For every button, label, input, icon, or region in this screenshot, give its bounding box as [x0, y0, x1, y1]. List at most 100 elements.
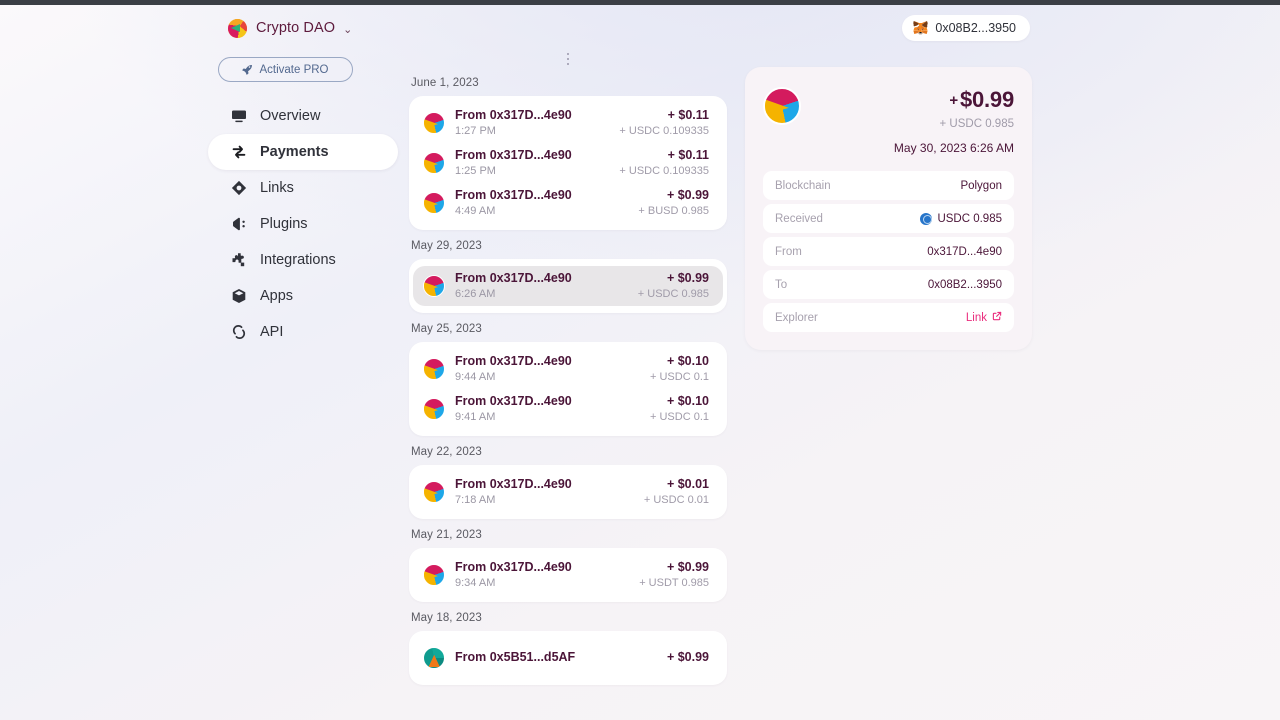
payment-row-amounts: + $0.10 + USDC 0.1: [650, 354, 709, 384]
detail-row-value-text: Polygon: [960, 179, 1002, 192]
usdc-coin-icon: [920, 212, 933, 225]
payment-card: From 0x317D...4e90 9:44 AM + $0.10 + USDC 0…: [409, 342, 727, 436]
wallet-address-button[interactable]: 0x08B2...3950: [902, 15, 1030, 41]
api-icon: [230, 324, 247, 341]
monitor-icon: [230, 108, 247, 125]
detail-token-amount: + USDC 0.985: [939, 118, 1014, 130]
rocket-icon: [242, 64, 253, 75]
payment-avatar-icon: [423, 398, 445, 420]
detail-header: +$0.99 + USDC 0.985: [763, 87, 1014, 132]
payment-card: From 0x317D...4e90 6:26 AM + $0.99 + USDC 0…: [409, 259, 727, 313]
brand-switcher[interactable]: Crypto DAO ⌄: [208, 13, 398, 43]
payment-row-amounts: + $0.01 + USDC 0.01: [644, 477, 709, 507]
payment-detail-panel: +$0.99 + USDC 0.985 May 30, 2023 6:26 AM…: [745, 67, 1032, 350]
sidebar-item-links[interactable]: Links: [208, 170, 398, 206]
payment-row-main: From 0x317D...4e90 9:44 AM: [455, 354, 650, 384]
payment-row[interactable]: From 0x317D...4e90 9:41 AM + $0.10 + USDC 0…: [413, 389, 723, 429]
payment-row[interactable]: From 0x317D...4e90 4:49 AM + $0.99 + BUSD 0…: [413, 183, 723, 223]
detail-row-value-text: 0x317D...4e90: [927, 245, 1002, 258]
payment-row[interactable]: From 0x317D...4e90 9:34 AM + $0.99 + USDT 0…: [413, 555, 723, 595]
payment-avatar-icon: [423, 564, 445, 586]
payment-row-amounts: + $0.11 + USDC 0.109335: [619, 108, 709, 138]
detail-row-link[interactable]: Link: [966, 311, 1002, 324]
payment-row[interactable]: From 0x317D...4e90 9:44 AM + $0.10 + USDC 0…: [413, 349, 723, 389]
sidebar-item-overview[interactable]: Overview: [208, 98, 398, 134]
detail-rows: Blockchain Polygon Received USDC 0.985 From 0…: [763, 171, 1014, 332]
payment-row-amounts: + $0.99: [667, 650, 709, 666]
payment-time: 9:44 AM: [455, 371, 496, 383]
detail-amount-value: $0.99: [959, 87, 1014, 112]
detail-row: Received USDC 0.985: [763, 204, 1014, 233]
payment-row-main: From 0x317D...4e90 9:41 AM: [455, 394, 650, 424]
payment-row-main: From 0x317D...4e90 1:27 PM: [455, 108, 619, 138]
payment-avatar-icon: [423, 358, 445, 380]
payment-amount: + $0.99: [666, 560, 709, 574]
sidebar-item-integrations[interactable]: Integrations: [208, 242, 398, 278]
payment-row-main: From 0x317D...4e90 1:25 PM: [455, 148, 619, 178]
payment-group-date: May 25, 2023: [411, 323, 482, 335]
payment-from-label: From 0x317D...4e90: [455, 108, 572, 122]
payment-row[interactable]: From 0x5B51...d5AF + $0.99: [413, 638, 723, 678]
activate-pro-label: Activate PRO: [259, 63, 329, 76]
payment-from-label: From 0x317D...4e90: [455, 394, 572, 408]
detail-row-key: From: [775, 245, 802, 258]
payment-row-amounts: + $0.10 + USDC 0.1: [650, 394, 709, 424]
detail-datetime: May 30, 2023 6:26 AM: [893, 141, 1014, 155]
payment-token-amount: + USDC 0.109335: [619, 125, 709, 137]
payment-amount: + $0.99: [666, 188, 709, 202]
diamond-link-icon: [230, 180, 247, 197]
activate-pro-button[interactable]: Activate PRO: [218, 57, 353, 82]
payment-row-amounts: + $0.99 + BUSD 0.985: [638, 188, 709, 218]
sidebar-item-label: Apps: [260, 288, 294, 304]
more-vertical-icon: [566, 52, 570, 66]
plug-icon: [230, 216, 247, 233]
chevron-down-icon: ⌄: [343, 23, 353, 36]
payment-row[interactable]: From 0x317D...4e90 1:25 PM + $0.11 + USDC 0…: [413, 143, 723, 183]
crypto-dao-logo-icon: [228, 18, 247, 38]
wallet-address-label: 0x08B2...3950: [935, 21, 1016, 35]
feed-more-button[interactable]: [409, 45, 727, 73]
detail-row-value: 0x08B2...3950: [928, 279, 1002, 291]
detail-row: From 0x317D...4e90: [763, 237, 1014, 266]
payment-group: May 21, 2023 From 0x317D...4e90 9:34 AM + $…: [409, 529, 727, 602]
payment-group: May 22, 2023 From 0x317D...4e90 7:18 AM + $…: [409, 446, 727, 519]
payment-group: May 29, 2023 From 0x317D...4e90 6:26 AM + $…: [409, 240, 727, 313]
payment-token-amount: + USDC 0.1: [650, 411, 709, 423]
sidebar-item-label: Integrations: [260, 252, 336, 268]
payment-card: From 0x317D...4e90 9:34 AM + $0.99 + USDT 0…: [409, 548, 727, 602]
payment-row[interactable]: From 0x317D...4e90 1:27 PM + $0.11 + USDC 0…: [413, 103, 723, 143]
payment-row-main: From 0x317D...4e90 4:49 AM: [455, 188, 638, 218]
payment-row-main: From 0x317D...4e90 6:26 AM: [455, 271, 638, 301]
payment-token-amount: + USDC 0.01: [643, 494, 709, 506]
payment-from-label: From 0x317D...4e90: [455, 148, 572, 162]
transfer-icon: [230, 144, 247, 161]
payment-amount: + $0.99: [666, 271, 709, 285]
payment-amount: + $0.10: [666, 354, 709, 368]
sidebar-item-api[interactable]: API: [208, 314, 398, 350]
external-link-icon: [992, 311, 1002, 324]
payment-amount: + $0.10: [666, 394, 709, 408]
payments-feed: June 1, 2023 From 0x317D...4e90 1:27 PM + $…: [409, 45, 727, 685]
payment-card: From 0x5B51...d5AF + $0.99: [409, 631, 727, 685]
payment-row-selected[interactable]: From 0x317D...4e90 6:26 AM + $0.99 + USDC 0…: [413, 266, 723, 306]
sidebar-item-plugins[interactable]: Plugins: [208, 206, 398, 242]
payment-group-date: May 22, 2023: [411, 446, 482, 458]
payment-from-label: From 0x317D...4e90: [455, 477, 572, 491]
detail-row-key: Explorer: [775, 311, 818, 324]
payment-row[interactable]: From 0x317D...4e90 7:18 AM + $0.01 + USDC 0…: [413, 472, 723, 512]
payment-avatar: [763, 87, 801, 125]
payment-token-amount: + USDC 0.1: [650, 371, 709, 383]
sidebar-item-payments[interactable]: Payments: [208, 134, 398, 170]
sidebar-item-apps[interactable]: Apps: [208, 278, 398, 314]
sidebar-item-label: Overview: [260, 108, 321, 124]
payment-card: From 0x317D...4e90 1:27 PM + $0.11 + USDC 0…: [409, 96, 727, 230]
detail-row: To 0x08B2...3950: [763, 270, 1014, 299]
payment-time: 9:34 AM: [455, 577, 496, 589]
browser-chrome-strip: [0, 0, 1280, 5]
detail-row-value-text: Link: [965, 311, 987, 324]
detail-row-key: To: [775, 278, 788, 291]
sidebar-item-label: Payments: [260, 144, 329, 160]
payment-avatar-icon: [423, 647, 445, 669]
payment-token-amount: + USDT 0.985: [639, 577, 709, 589]
payment-token-amount: + USDC 0.985: [637, 288, 709, 300]
